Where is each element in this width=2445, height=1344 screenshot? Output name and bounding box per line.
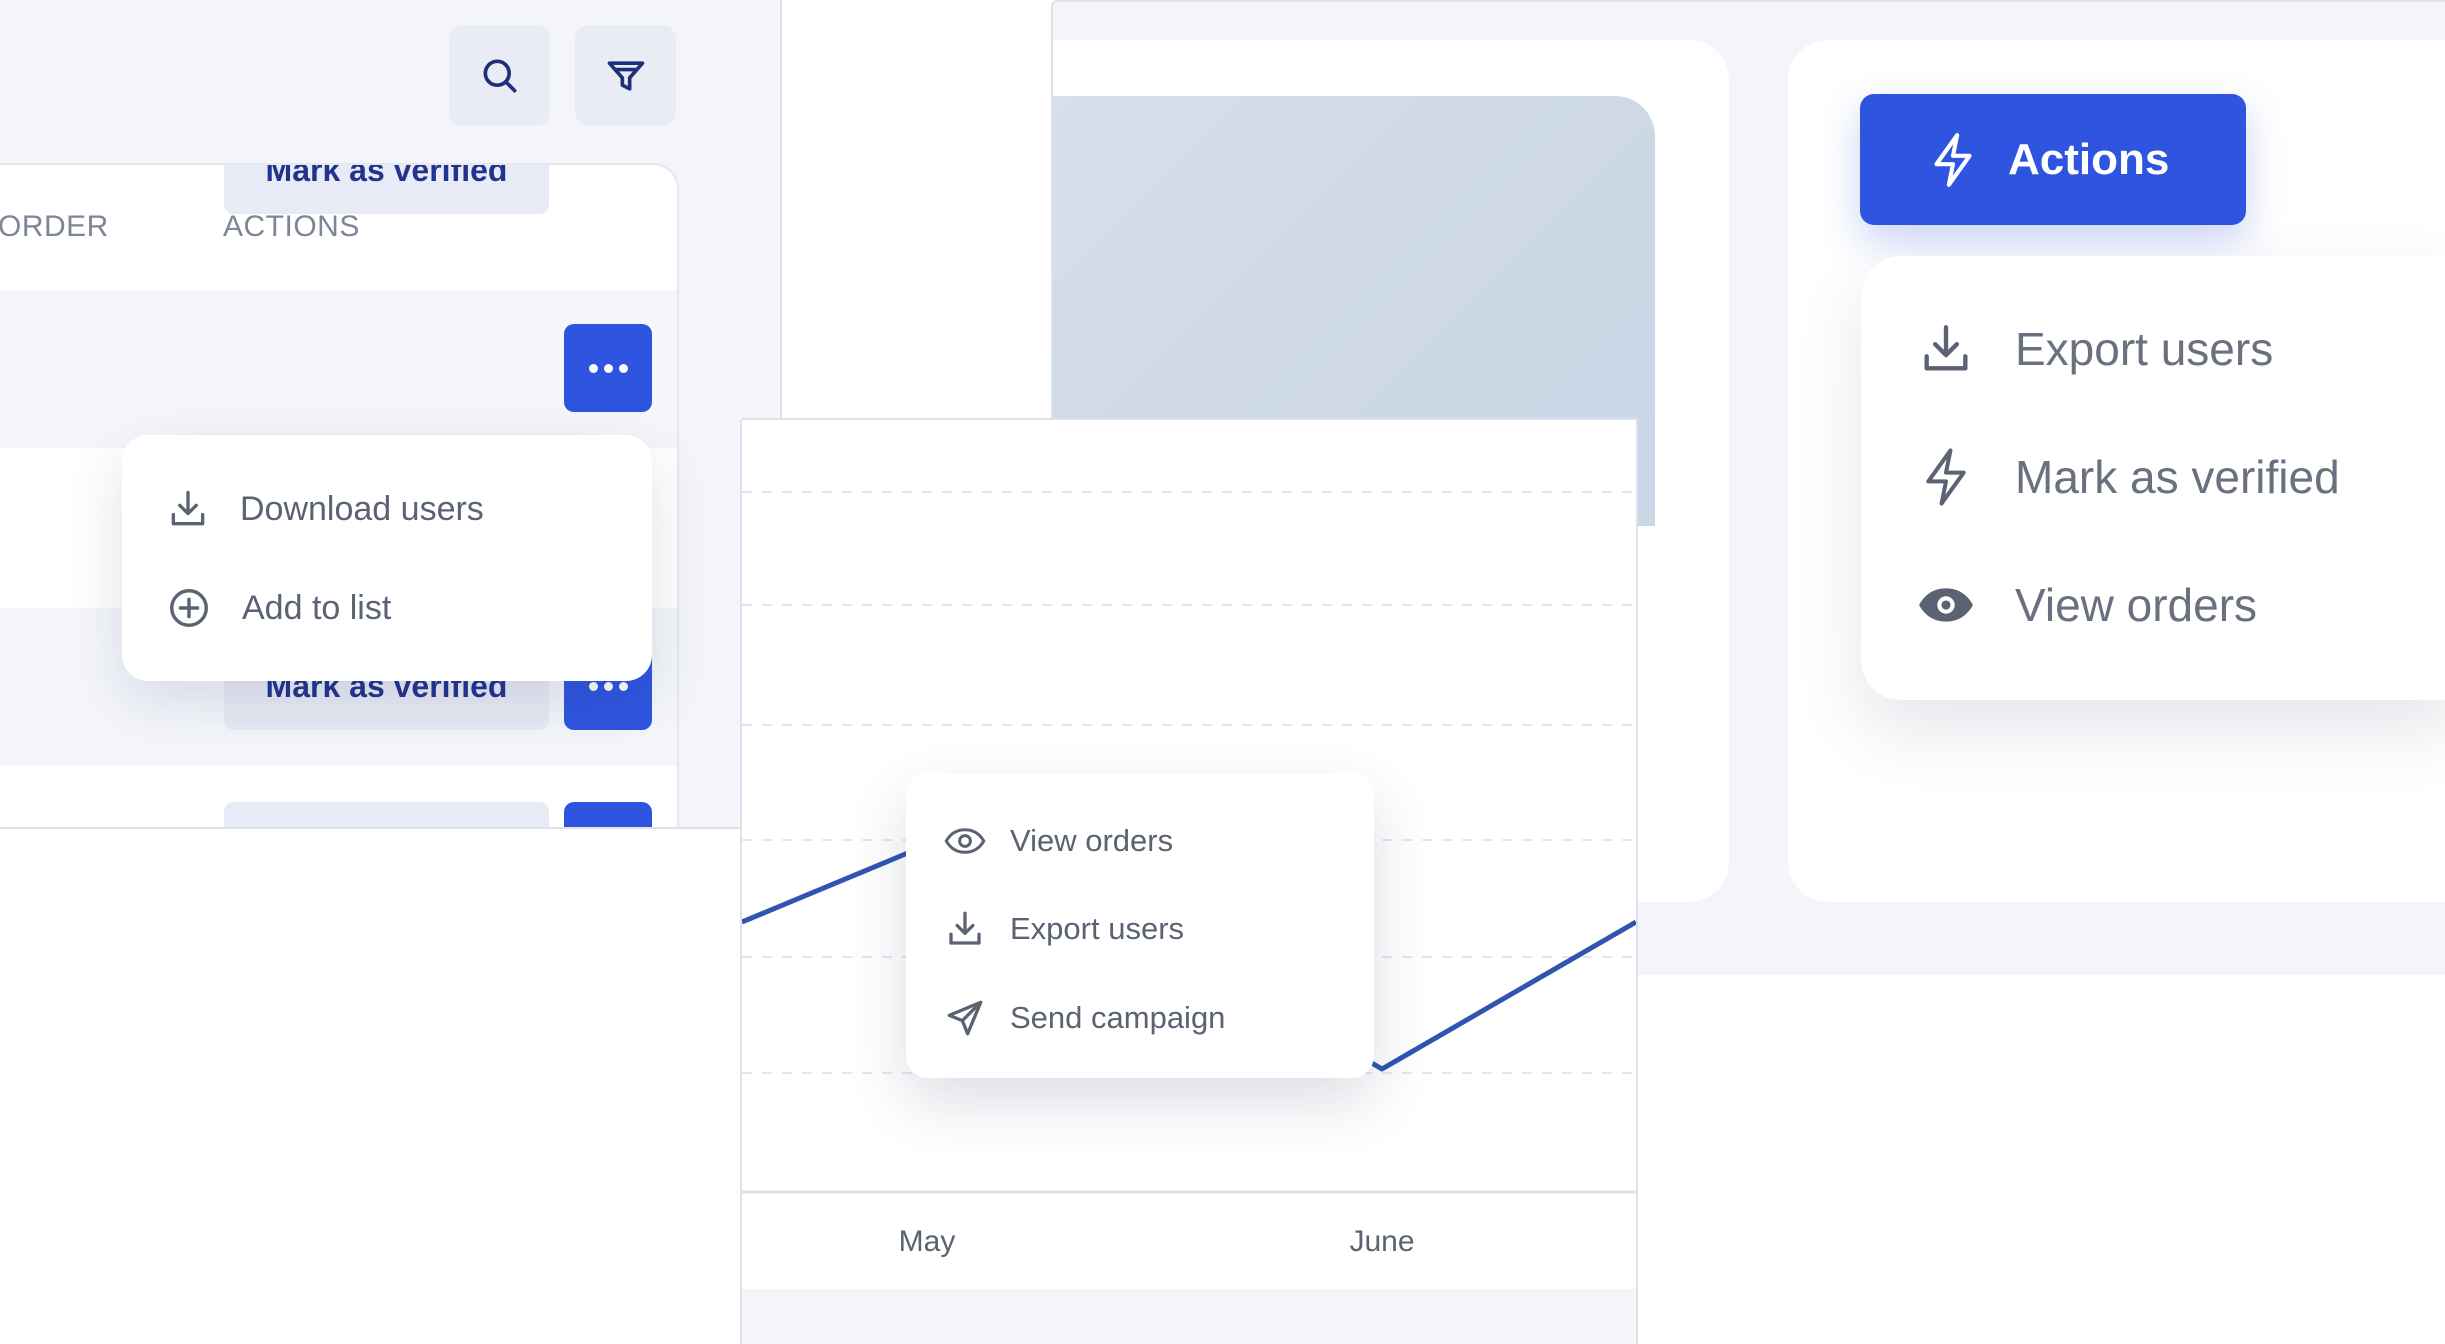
table-row: Mark as verified — [0, 165, 677, 448]
menu-item-view-orders[interactable]: View orders — [944, 811, 1173, 871]
menu-item-add-to-list[interactable]: Add to list — [166, 578, 391, 638]
filter-icon — [604, 54, 648, 98]
chart-footer — [742, 1289, 1636, 1344]
mark-verified-button[interactable]: Mark as verified — [224, 165, 549, 214]
table-row — [0, 766, 677, 827]
x-tick-label: June — [1349, 1225, 1414, 1258]
actions-button-label: Actions — [2008, 134, 2170, 184]
actions-dropdown-menu: Export users Mark as verified View order… — [1861, 256, 2445, 700]
search-icon — [478, 54, 522, 98]
filter-button[interactable] — [575, 25, 676, 126]
mark-verified-button[interactable] — [224, 802, 549, 827]
column-header-actions: ACTIONS — [223, 210, 360, 243]
menu-item-mark-verified[interactable]: Mark as verified — [1917, 440, 2340, 514]
menu-item-label: Download users — [240, 489, 484, 528]
more-actions-button[interactable] — [564, 802, 652, 827]
menu-item-export-users[interactable]: Export users — [944, 899, 1184, 959]
more-actions-button[interactable] — [564, 324, 652, 412]
search-button[interactable] — [449, 25, 550, 126]
menu-item-label: Export users — [1010, 911, 1185, 946]
send-icon — [944, 997, 986, 1039]
users-table-panel: ORDER ACTIONS Mark as verified Mark as v… — [0, 0, 782, 829]
menu-item-label: Send campaign — [1010, 1000, 1226, 1035]
menu-item-download-users[interactable]: Download users — [166, 479, 484, 539]
eye-icon — [944, 826, 986, 856]
download-icon — [166, 487, 210, 531]
actions-button[interactable]: Actions — [1860, 94, 2246, 225]
menu-item-label: Add to list — [242, 588, 392, 627]
menu-item-label: Mark as verified — [2015, 451, 2340, 503]
menu-item-label: View orders — [2015, 579, 2258, 631]
menu-item-send-campaign[interactable]: Send campaign — [944, 988, 1225, 1048]
lightning-icon — [1917, 446, 1975, 508]
menu-item-export-users[interactable]: Export users — [1917, 312, 2273, 386]
download-icon — [944, 908, 986, 950]
menu-item-label: View orders — [1010, 823, 1174, 858]
eye-filled-icon — [1917, 585, 1975, 625]
menu-item-view-orders[interactable]: View orders — [1917, 568, 2257, 642]
download-icon — [1917, 320, 1975, 378]
column-header-order: ORDER — [0, 210, 109, 243]
x-tick-label: May — [899, 1225, 956, 1258]
row-actions-menu: Download users Add to list — [122, 435, 652, 681]
lightning-icon — [1928, 131, 1978, 189]
menu-item-label: Export users — [2015, 323, 2274, 375]
chart-context-menu: View orders Export users Send campaign — [906, 773, 1374, 1078]
plus-circle-icon — [166, 585, 212, 631]
